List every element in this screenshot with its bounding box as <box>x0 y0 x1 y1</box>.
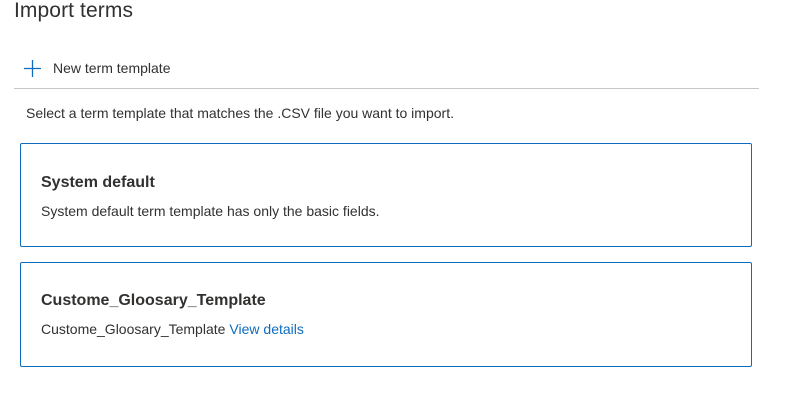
page-title: Import terms <box>14 0 134 22</box>
toolbar: New term template <box>14 50 759 89</box>
template-card-description-row: Custome_Gloosary_Template View details <box>41 321 304 337</box>
new-term-template-button[interactable]: New term template <box>23 57 170 79</box>
template-card-custom-glossary[interactable]: Custome_Gloosary_Template Custome_Gloosa… <box>20 262 752 367</box>
template-card-title: Custome_Gloosary_Template <box>41 292 266 309</box>
template-card-description: System default term template has only th… <box>41 203 380 219</box>
new-term-template-label: New term template <box>53 60 171 76</box>
view-details-link[interactable]: View details <box>229 321 303 337</box>
plus-icon <box>23 59 42 78</box>
template-card-description: Custome_Gloosary_Template <box>41 321 226 337</box>
instructions-text: Select a term template that matches the … <box>26 105 454 121</box>
template-card-title: System default <box>41 174 155 191</box>
template-card-system-default[interactable]: System default System default term templ… <box>20 143 752 247</box>
